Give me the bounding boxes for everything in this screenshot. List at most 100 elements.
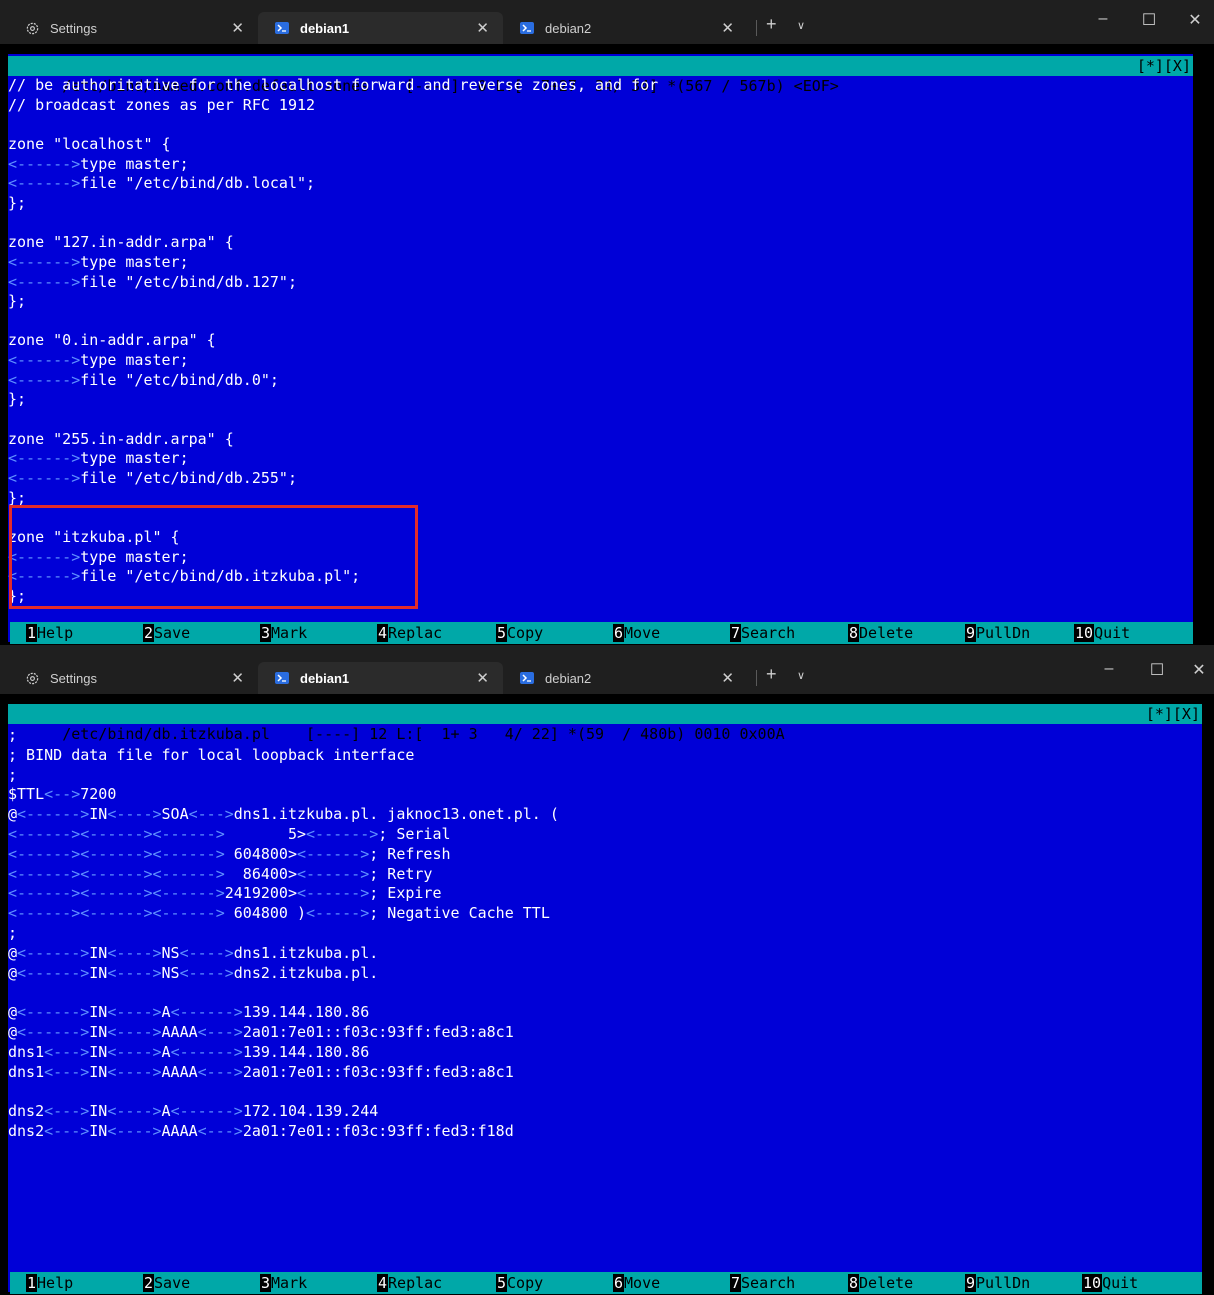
fkey-help[interactable]: 1Help xyxy=(26,622,73,644)
code-line: zone "255.in-addr.arpa" { xyxy=(8,429,234,448)
new-tab-button[interactable]: + xyxy=(766,14,777,35)
function-key-bar: 1Help 2Save 3Mark 4Replac 5Copy 6Move 7S… xyxy=(10,622,1193,644)
code-line: <------><------><------> 5><------>; Ser… xyxy=(8,825,451,843)
code-line: <------>type master; xyxy=(8,351,189,370)
fkey-copy[interactable]: 5Copy xyxy=(496,1272,543,1294)
code-line: @<------>IN<---->NS<---->dns2.itzkuba.pl… xyxy=(8,963,379,982)
code-line: $TTL<-->7200 xyxy=(8,785,117,804)
code-line: ; xyxy=(8,924,18,942)
tab-settings[interactable]: Settings ✕ xyxy=(0,12,258,44)
chevron-down-icon[interactable]: ∨ xyxy=(797,669,805,682)
tab-label: Settings xyxy=(50,20,97,36)
code-line: <------>file "/etc/bind/db.0"; xyxy=(8,370,279,389)
terminal-icon xyxy=(274,20,290,36)
fkey-search[interactable]: 7Search xyxy=(730,1272,795,1294)
code-line: <------>file "/etc/bind/db.itzkuba.pl"; xyxy=(8,567,361,586)
tab-label: debian2 xyxy=(545,20,592,36)
close-window-button[interactable]: ✕ xyxy=(1180,10,1210,30)
maximize-button[interactable]: ☐ xyxy=(1134,10,1164,30)
code-line: dns1<--->IN<---->AAAA<--->2a01:7e01::f03… xyxy=(8,1062,514,1081)
terminal-icon xyxy=(274,670,290,686)
editor-status-bar: /etc/bind/db.itzkuba.pl [----] 12 L:[ 1+… xyxy=(8,704,1202,743)
close-tab-icon[interactable]: ✕ xyxy=(476,19,489,37)
tab-label: Settings xyxy=(50,670,97,686)
fkey-quit[interactable]: 10Quit xyxy=(1082,1272,1138,1294)
code-line: dns2<--->IN<---->AAAA<--->2a01:7e01::f03… xyxy=(8,1122,514,1140)
code-line: <------>file "/etc/bind/db.local"; xyxy=(8,174,316,193)
mcedit-editor[interactable]: /etc/bind/db.itzkuba.pl [----] 12 L:[ 1+… xyxy=(8,704,1202,1292)
gear-icon xyxy=(24,670,40,686)
code-line: }; xyxy=(8,292,27,311)
fkey-save[interactable]: 2Save xyxy=(143,622,190,644)
title-bar: Settings ✕ debian1 ✕ debian2 ✕ + ∨ – ☐ ✕ xyxy=(0,0,1214,44)
code-line: zone "0.in-addr.arpa" { xyxy=(8,331,216,350)
code-line: dns1<--->IN<---->A<------>139.144.180.86 xyxy=(8,1042,370,1061)
minimize-button[interactable]: – xyxy=(1088,10,1118,28)
code-line: <------>file "/etc/bind/db.127"; xyxy=(8,272,297,291)
status-flags: [*][X] xyxy=(1136,57,1191,75)
chevron-down-icon[interactable]: ∨ xyxy=(797,19,805,32)
code-line: <------>type master; xyxy=(8,252,189,271)
fkey-pulldown[interactable]: 9PullDn xyxy=(965,622,1030,644)
code-line: }; xyxy=(8,586,27,605)
new-tab-button[interactable]: + xyxy=(766,664,777,685)
code-line: ; BIND data file for local loopback inte… xyxy=(8,745,415,764)
maximize-button[interactable]: ☐ xyxy=(1142,660,1172,680)
tab-settings[interactable]: Settings ✕ xyxy=(0,662,258,694)
tab-debian2[interactable]: debian2 ✕ xyxy=(503,12,748,44)
close-tab-icon[interactable]: ✕ xyxy=(721,19,734,37)
fkey-search[interactable]: 7Search xyxy=(730,622,795,644)
code-line: <------>type master; xyxy=(8,449,189,468)
fkey-delete[interactable]: 8Delete xyxy=(848,1272,913,1294)
fkey-mark[interactable]: 3Mark xyxy=(260,622,307,644)
code-line: @<------>IN<---->SOA<--->dns1.itzkuba.pl… xyxy=(8,805,559,824)
code-line: // broadcast zones as per RFC 1912 xyxy=(8,95,316,114)
code-line: ; xyxy=(8,765,18,784)
fkey-quit[interactable]: 10Quit xyxy=(1074,622,1130,644)
code-line: <------>file "/etc/bind/db.255"; xyxy=(8,469,297,487)
mcedit-editor[interactable]: /etc/bind/named.conf.default-zones [----… xyxy=(8,54,1193,642)
close-window-button[interactable]: ✕ xyxy=(1184,660,1214,680)
close-tab-icon[interactable]: ✕ xyxy=(721,669,734,687)
code-line: // be authoritative for the localhost fo… xyxy=(8,76,659,94)
tab-debian1[interactable]: debian1 ✕ xyxy=(258,12,503,44)
fkey-mark[interactable]: 3Mark xyxy=(260,1272,307,1294)
code-line: ; xyxy=(8,726,18,744)
function-key-bar: 1Help 2Save 3Mark 4Replac 5Copy 6Move 7S… xyxy=(10,1272,1202,1294)
code-line: zone "itzkuba.pl" { xyxy=(8,527,180,546)
code-line: zone "127.in-addr.arpa" { xyxy=(8,233,234,252)
code-line: @<------>IN<---->AAAA<--->2a01:7e01::f03… xyxy=(8,1023,514,1041)
code-line: }; xyxy=(8,193,27,212)
fkey-replace[interactable]: 4Replac xyxy=(377,1272,442,1294)
close-tab-icon[interactable]: ✕ xyxy=(231,669,244,687)
fkey-move[interactable]: 6Move xyxy=(613,1272,660,1294)
code-line: }; xyxy=(8,390,27,409)
tab-debian1[interactable]: debian1 ✕ xyxy=(258,662,503,694)
code-line: <------><------><------> 86400><------>;… xyxy=(8,864,433,883)
fkey-save[interactable]: 2Save xyxy=(143,1272,190,1294)
code-line: <------>type master; xyxy=(8,154,189,173)
fkey-move[interactable]: 6Move xyxy=(613,622,660,644)
gear-icon xyxy=(24,20,40,36)
divider xyxy=(756,20,757,36)
fkey-copy[interactable]: 5Copy xyxy=(496,622,543,644)
fkey-replace[interactable]: 4Replac xyxy=(377,622,442,644)
tab-label: debian1 xyxy=(300,20,350,36)
terminal-icon xyxy=(519,20,535,36)
code-line: @<------>IN<---->NS<---->dns1.itzkuba.pl… xyxy=(8,943,379,962)
close-tab-icon[interactable]: ✕ xyxy=(476,669,489,687)
tab-label: debian2 xyxy=(545,670,592,686)
code-line: dns2<--->IN<---->A<------>172.104.139.24… xyxy=(8,1102,379,1121)
fkey-help[interactable]: 1Help xyxy=(26,1272,73,1294)
close-tab-icon[interactable]: ✕ xyxy=(231,19,244,37)
tab-debian2[interactable]: debian2 ✕ xyxy=(503,662,748,694)
fkey-pulldown[interactable]: 9PullDn xyxy=(965,1272,1030,1294)
fkey-delete[interactable]: 8Delete xyxy=(848,622,913,644)
minimize-button[interactable]: – xyxy=(1094,660,1124,678)
status-flags: [*][X] xyxy=(1145,705,1200,723)
